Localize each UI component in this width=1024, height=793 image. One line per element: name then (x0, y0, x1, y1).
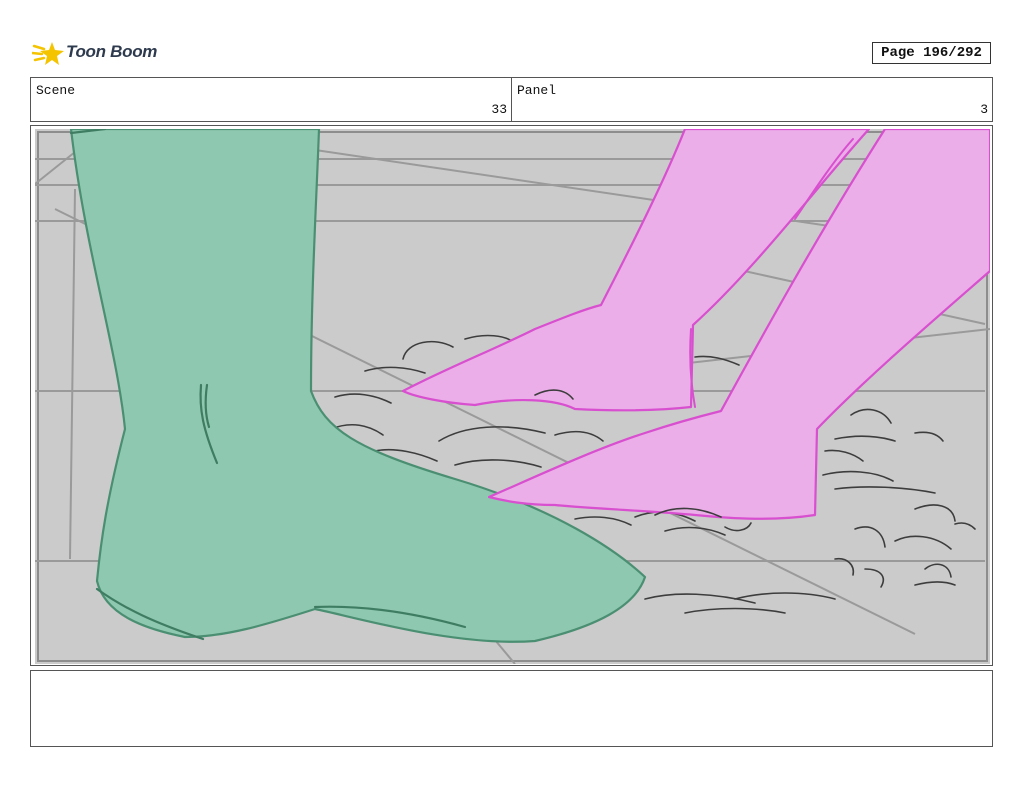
panel-label: Panel (517, 83, 557, 98)
star-burst-icon (32, 42, 64, 65)
panel-drawing (35, 129, 990, 664)
scene-cell: Scene 33 (31, 78, 511, 121)
scene-value: 33 (491, 102, 507, 117)
storyboard-panel (30, 125, 993, 666)
toon-boom-logo: Toon Boom (32, 36, 162, 70)
scene-panel-header: Scene 33 Panel 3 (30, 77, 993, 122)
scene-label: Scene (36, 83, 76, 98)
panel-value: 3 (980, 102, 988, 117)
page-number: Page 196/292 (872, 42, 991, 64)
brand-name: Toon Boom (66, 42, 158, 61)
panel-cell: Panel 3 (511, 78, 992, 121)
panel-notes-box (30, 670, 993, 747)
